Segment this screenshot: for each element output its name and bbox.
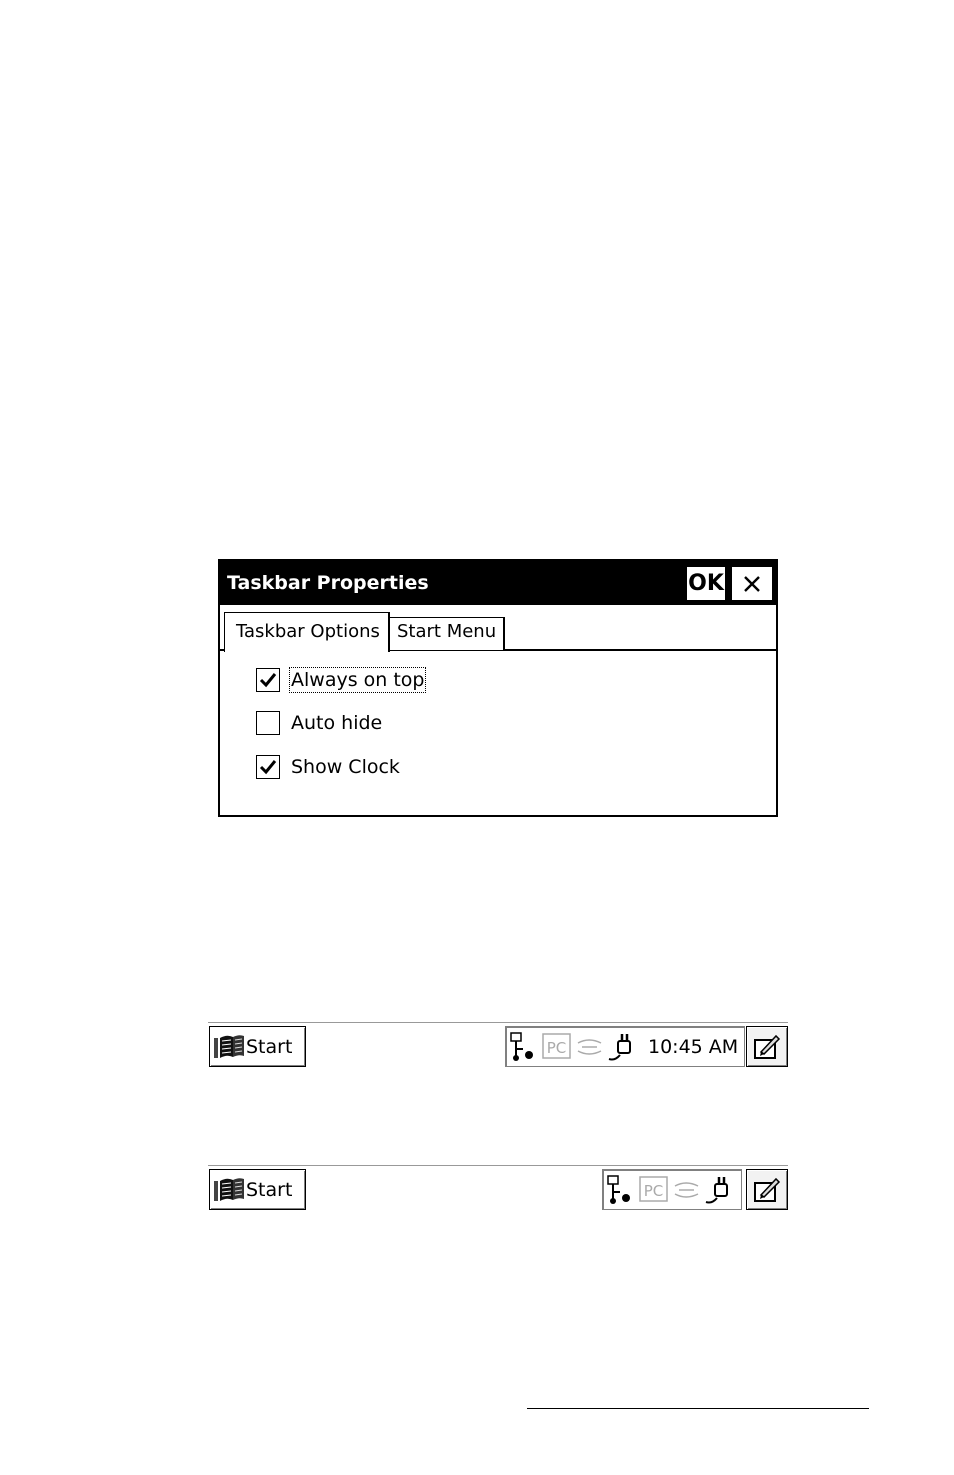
windows-flag-icon	[214, 1034, 244, 1058]
clock[interactable]: 10:45 AM	[648, 1036, 738, 1058]
show-clock-checkbox[interactable]	[256, 755, 280, 779]
svg-text:PC: PC	[547, 1039, 567, 1057]
option-show-clock[interactable]: Show Clock	[256, 755, 401, 779]
pc-connection-icon[interactable]: PC	[541, 1031, 572, 1063]
auto-hide-label[interactable]: Auto hide	[290, 711, 383, 735]
power-plug-icon[interactable]	[607, 1031, 638, 1063]
option-auto-hide[interactable]: Auto hide	[256, 711, 383, 735]
footer-rule	[527, 1408, 869, 1409]
start-button[interactable]: Start	[209, 1169, 306, 1210]
system-tray: PC	[602, 1169, 742, 1210]
infrared-icon[interactable]	[574, 1031, 605, 1063]
start-label: Start	[246, 1178, 293, 1201]
infrared-icon[interactable]	[671, 1174, 702, 1206]
ok-button[interactable]: OK	[687, 567, 725, 600]
windows-flag-icon	[214, 1177, 244, 1201]
taskbar-without-clock: Start PC	[208, 1165, 788, 1210]
pc-connection-icon[interactable]: PC	[638, 1174, 669, 1206]
input-panel-icon	[754, 1034, 781, 1059]
dialog-titlebar: Taskbar Properties OK	[220, 561, 776, 605]
svg-text:PC: PC	[644, 1182, 664, 1200]
taskbar-with-clock: Start PC 10:45 AM	[208, 1022, 788, 1067]
auto-hide-checkbox[interactable]	[256, 711, 280, 735]
close-icon	[744, 575, 760, 592]
show-clock-label[interactable]: Show Clock	[290, 755, 401, 779]
checkmark-icon	[259, 760, 277, 775]
system-tray: PC 10:45 AM	[505, 1026, 745, 1067]
close-button[interactable]	[732, 567, 772, 600]
input-panel-button[interactable]	[746, 1026, 788, 1067]
start-button[interactable]: Start	[209, 1026, 306, 1067]
start-label: Start	[246, 1035, 293, 1058]
checkmark-icon	[259, 673, 277, 688]
input-panel-button[interactable]	[746, 1169, 788, 1210]
power-plug-icon[interactable]	[704, 1174, 735, 1206]
taskbar-properties-dialog: Taskbar Properties OK Taskbar Options St…	[218, 559, 778, 817]
network-icon[interactable]	[508, 1031, 539, 1063]
network-icon[interactable]	[605, 1174, 636, 1206]
always-on-top-checkbox[interactable]	[256, 668, 280, 692]
always-on-top-label[interactable]: Always on top	[288, 667, 427, 693]
input-panel-icon	[754, 1177, 781, 1202]
tab-start-menu[interactable]: Start Menu	[390, 617, 505, 650]
option-always-on-top[interactable]: Always on top	[256, 667, 427, 693]
dialog-title: Taskbar Properties	[227, 572, 429, 594]
tab-taskbar-options[interactable]: Taskbar Options	[224, 612, 390, 652]
